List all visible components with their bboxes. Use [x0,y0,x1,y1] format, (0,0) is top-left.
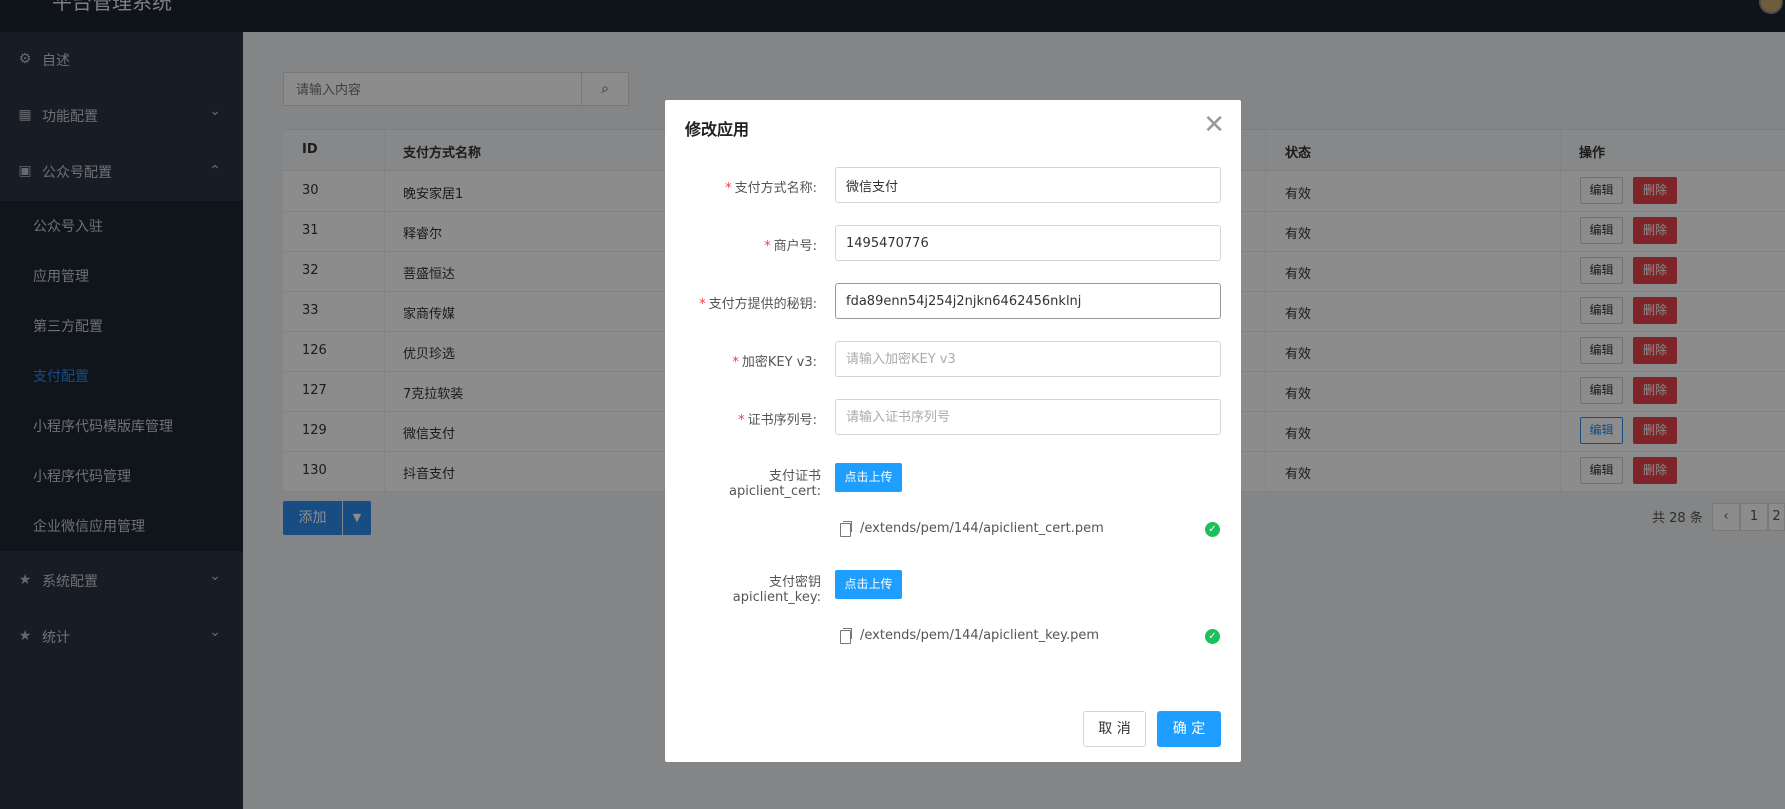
key-v3-label: * 加密KEY v3: [732,355,817,370]
file-icon [840,628,852,644]
cert-upload-label-line1: 支付证书 [768,469,821,484]
cert-upload-label-line2: apiclient_cert: [728,484,821,499]
cert-serial-label: * 证书序列号: [738,413,817,428]
key-upload-label-line1: 支付密钥 [768,575,821,590]
secret-input[interactable] [835,283,1221,319]
cert-upload-label: 支付证书 apiclient_cert: [715,469,821,499]
cert-file-name[interactable]: /extends/pem/144/apiclient_cert.pem [860,521,1104,536]
modal-title: 修改应用 [685,120,750,139]
close-icon[interactable]: ✕ [1203,112,1225,138]
confirm-button[interactable]: 确 定 [1157,711,1221,747]
edit-app-modal: 修改应用 ✕ *支付方式名称: *商户号: *支付方提供的秘钥: *加密KEY … [665,100,1241,762]
key-upload-label-line2: apiclient_key: [732,590,821,605]
secret-label: * 支付方提供的秘钥: [699,297,817,312]
merchant-no-label: * 商户号: [764,239,817,254]
file-icon [840,521,852,537]
cert-upload-button[interactable]: 点击上传 [835,463,902,492]
check-circle-icon: ✓ [1205,629,1220,644]
key-file-row: /extends/pem/144/apiclient_key.pem ✓ [840,628,1220,648]
key-v3-input[interactable] [835,341,1221,377]
pay-name-label: * 支付方式名称: [725,181,817,196]
merchant-no-input[interactable] [835,225,1221,261]
key-file-name[interactable]: /extends/pem/144/apiclient_key.pem [860,628,1099,643]
pay-name-input[interactable] [835,167,1221,203]
key-upload-button[interactable]: 点击上传 [835,570,902,599]
cert-file-row: /extends/pem/144/apiclient_cert.pem ✓ [840,521,1220,541]
key-upload-label: 支付密钥 apiclient_key: [715,575,821,605]
cert-serial-input[interactable] [835,399,1221,435]
check-circle-icon: ✓ [1205,522,1220,537]
cancel-button[interactable]: 取 消 [1083,711,1146,747]
